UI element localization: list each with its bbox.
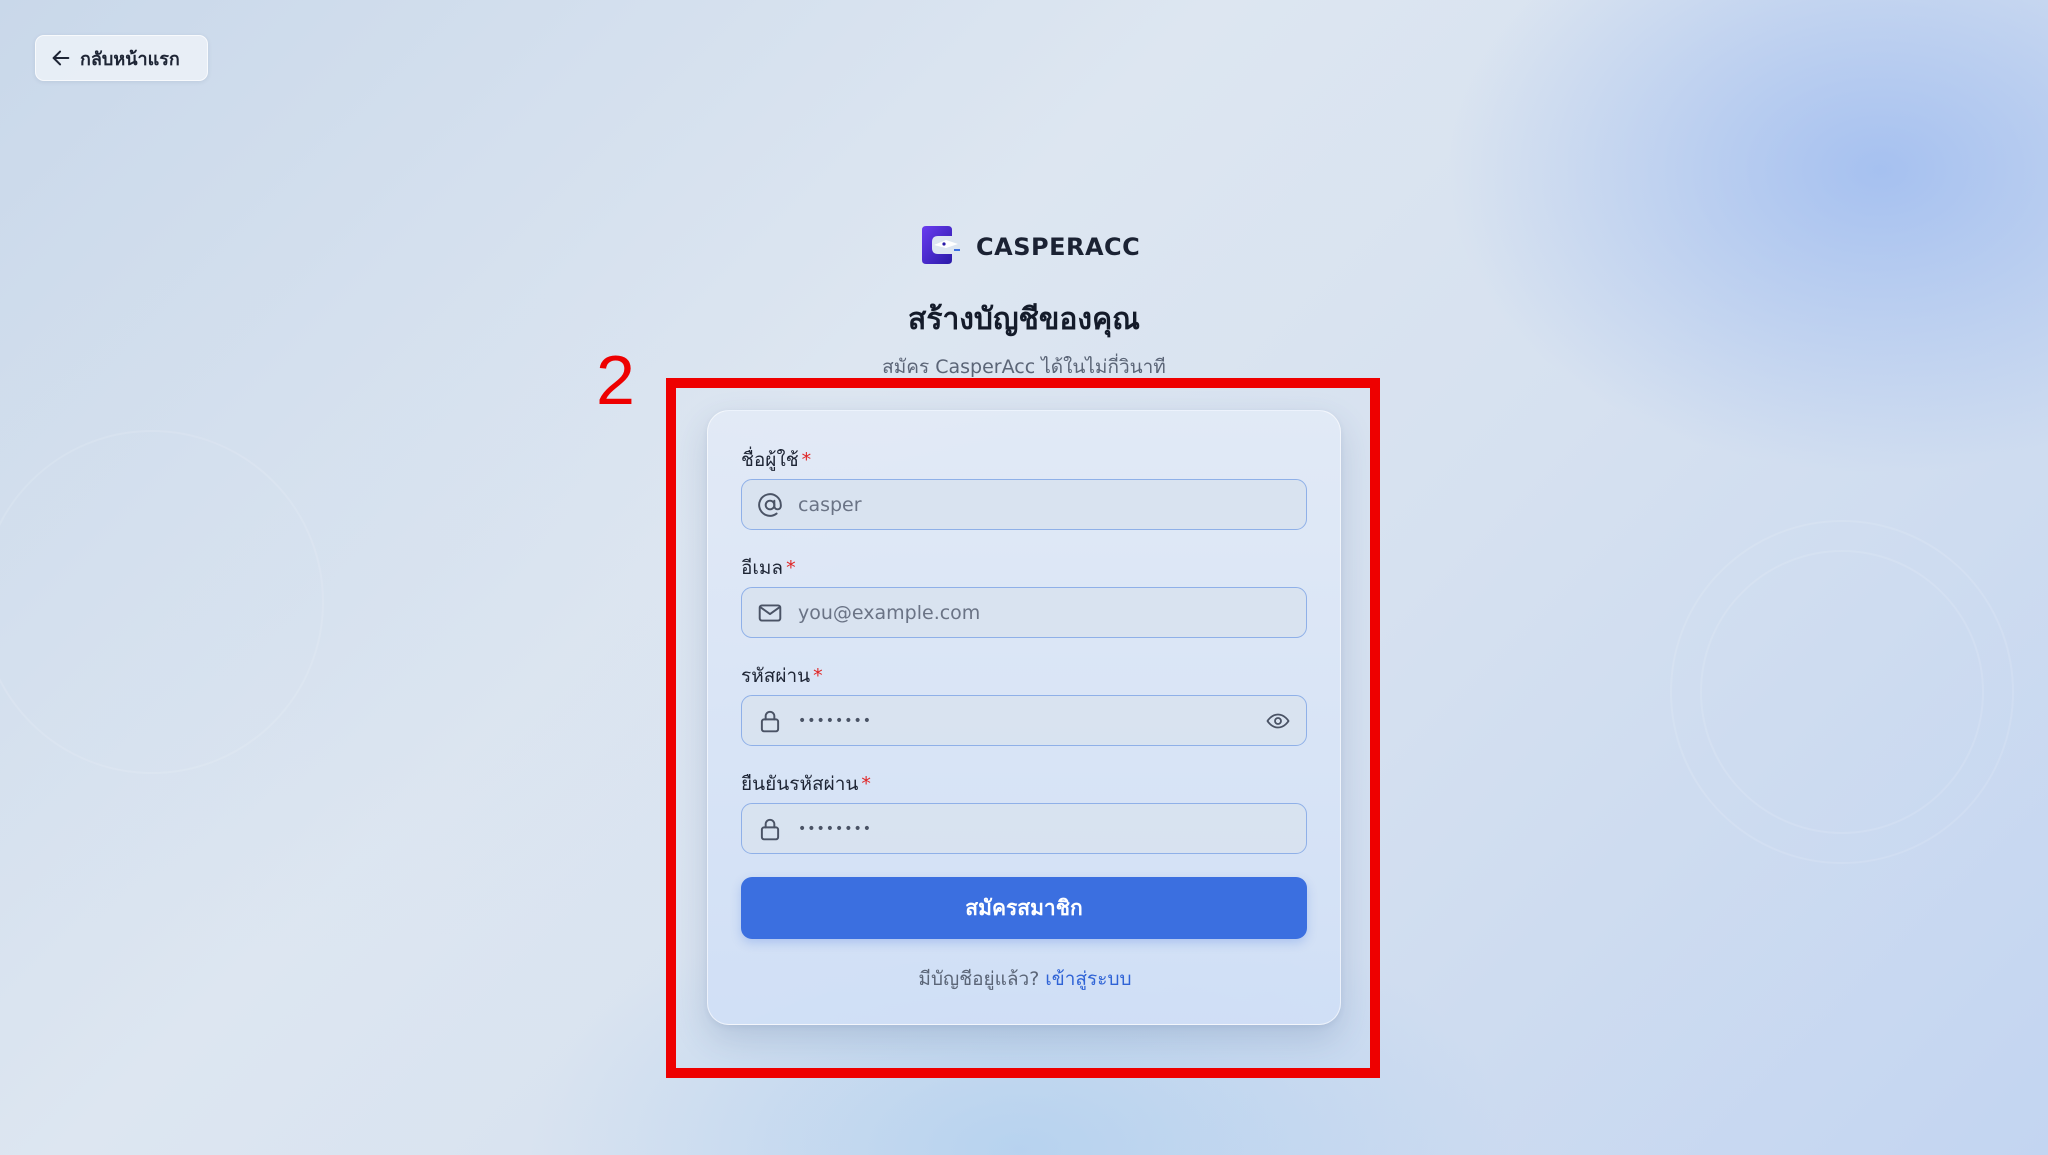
- back-to-home-button[interactable]: กลับหน้าแรก: [35, 35, 208, 81]
- background-ring: [0, 430, 324, 774]
- casperacc-logo-icon: [918, 224, 962, 270]
- arrow-left-icon: [50, 47, 72, 69]
- annotation-highlight-box: [666, 378, 1380, 1078]
- back-button-label: กลับหน้าแรก: [80, 48, 180, 70]
- page-title: สร้างบัญชีของคุณ: [908, 302, 1140, 337]
- annotation-step-number: 2: [596, 341, 635, 419]
- brand: CASPERACC: [918, 226, 1140, 268]
- brand-name: CASPERACC: [976, 233, 1141, 261]
- background-ring: [1700, 550, 1984, 834]
